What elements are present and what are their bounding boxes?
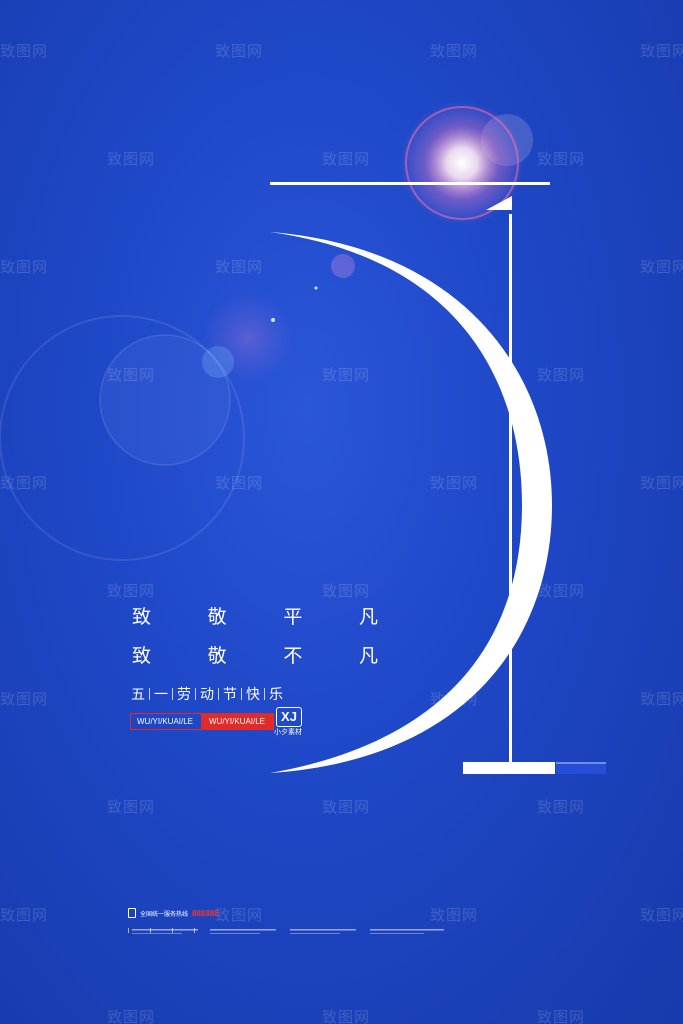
- footer-note-lines: [132, 929, 444, 934]
- watermark: 致图网: [430, 42, 479, 60]
- sparkle: [314, 286, 318, 290]
- base-bar: [463, 762, 555, 774]
- hotline-label: 全国统一服务热线: [140, 910, 189, 918]
- festival-char: 劳: [177, 687, 191, 703]
- vertical-pole: [509, 214, 512, 767]
- watermark: 致图网: [215, 906, 264, 924]
- slogan-line-2: 致 敬 不 凡: [132, 641, 378, 668]
- sparkle: [271, 318, 275, 322]
- watermark: 致图网: [537, 366, 586, 384]
- watermark: 致图网: [107, 1008, 156, 1024]
- watermark: 致图网: [215, 42, 264, 60]
- watermark: 致图网: [430, 906, 479, 924]
- festival-char: 快: [246, 687, 260, 703]
- watermark: 致图网: [322, 1008, 371, 1024]
- slogan-char: 致: [132, 606, 152, 628]
- watermark: 致图网: [640, 906, 683, 924]
- pinyin-tags: WU/YI/KUAI/LE WU/YI/KUAI/LE: [130, 713, 274, 730]
- watermark: 致图网: [537, 798, 586, 816]
- watermark: 致图网: [537, 1008, 586, 1024]
- watermark: 致图网: [640, 474, 683, 492]
- festival-separator: [149, 688, 150, 700]
- poster: 致图网 致图网 致图网 致图网 致图网 致图网 致图网 致图网 致图网 致图网 …: [0, 0, 683, 1024]
- festival-char: 一: [154, 687, 168, 703]
- watermark: 致图网: [107, 582, 156, 600]
- festival-char: 五: [131, 687, 145, 703]
- watermark: 致图网: [322, 366, 371, 384]
- festival-separator: [172, 688, 173, 700]
- watermark: 致图网: [107, 150, 156, 168]
- watermark: 致图网: [430, 474, 479, 492]
- watermark: 致图网: [537, 150, 586, 168]
- pinyin-tag-filled: WU/YI/KUAI/LE: [202, 713, 274, 730]
- base-bar-highlight: [556, 762, 606, 764]
- watermark: 致图网: [640, 258, 683, 276]
- phone-icon: [128, 908, 136, 918]
- watermark: 致图网: [640, 690, 683, 708]
- slogan-char: 平: [283, 606, 303, 628]
- festival-char: 乐: [269, 687, 283, 703]
- festival-separator: [218, 688, 219, 700]
- slogan-char: 致: [132, 645, 152, 667]
- hotline-number: 888888: [192, 908, 219, 918]
- slogan-line-1: 致 敬 平 凡: [132, 602, 378, 629]
- festival-title: 五 一 劳 动 节 快 乐: [131, 684, 283, 704]
- watermark: 致图网: [0, 690, 49, 708]
- slogan-char: 敬: [207, 606, 227, 628]
- watermark: 致图网: [0, 258, 49, 276]
- slogan-char: 敬: [207, 645, 227, 667]
- watermark: 致图网: [640, 42, 683, 60]
- watermark: 致图网: [322, 798, 371, 816]
- pinyin-tag-outline: WU/YI/KUAI/LE: [130, 713, 202, 730]
- brand-logo-caption: 小夕素材: [274, 728, 302, 736]
- watermark: 致图网: [0, 42, 49, 60]
- watermark: 致图网: [430, 690, 479, 708]
- festival-separator: [195, 688, 196, 700]
- festival-separator: [241, 688, 242, 700]
- festival-char: 节: [223, 687, 237, 703]
- watermark: 致图网: [322, 582, 371, 600]
- watermark: 致图网: [0, 906, 49, 924]
- watermark: 致图网: [215, 474, 264, 492]
- watermark: 致图网: [107, 798, 156, 816]
- slogan-char: 凡: [358, 606, 378, 628]
- watermark: 致图网: [322, 150, 371, 168]
- slogan-char: 凡: [358, 645, 378, 667]
- lens-bubble: [202, 346, 234, 378]
- brand-logo-mark: XJ: [276, 707, 302, 727]
- watermark: 致图网: [215, 258, 264, 276]
- festival-char: 动: [200, 687, 214, 703]
- watermark: 致图网: [537, 582, 586, 600]
- watermark: 致图网: [0, 474, 49, 492]
- top-bar: [270, 182, 550, 185]
- watermark: 致图网: [107, 366, 156, 384]
- festival-separator: [264, 688, 265, 700]
- footer-hotline: 全国统一服务热线 888888: [128, 908, 219, 918]
- lens-bubble: [331, 254, 355, 278]
- slogan-char: 不: [283, 645, 303, 667]
